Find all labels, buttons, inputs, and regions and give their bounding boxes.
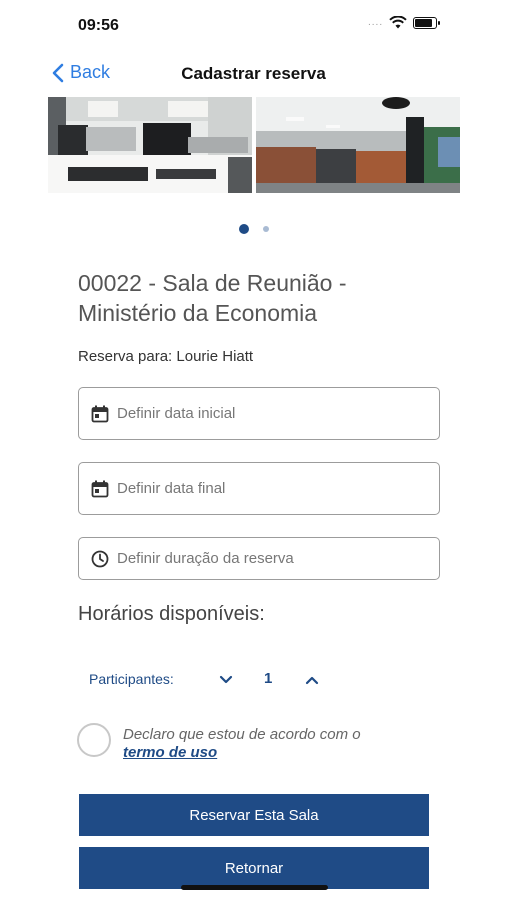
room-photo-carousel[interactable] [48,97,460,193]
clock-icon [91,550,109,567]
room-photo-2 [256,97,460,193]
reservation-for: Reserva para: Lourie Hiatt [78,348,254,365]
terms-text: Declaro que estou de acordo com o [123,726,361,743]
participants-label: Participantes: [89,671,174,687]
signal-icon: .... [368,17,384,28]
start-date-placeholder: Definir data inicial [117,405,236,422]
calendar-icon [91,480,109,497]
status-time: 09:56 [78,17,119,34]
status-icons: .... [368,16,441,29]
calendar-icon [91,405,109,422]
available-times-heading: Horários disponíveis: [78,603,265,625]
battery-icon [413,16,441,29]
room-title: 00022 - Sala de Reunião - Ministério da … [78,270,347,326]
carousel-dot[interactable] [262,226,269,232]
terms-link[interactable]: termo de uso [123,744,217,761]
participants-value: 1 [264,670,273,687]
chevron-up-icon[interactable] [305,674,319,686]
chevron-down-icon[interactable] [219,674,233,686]
return-button[interactable]: Retornar [79,847,429,889]
home-indicator [181,885,328,890]
duration-field[interactable]: Definir duração da reserva [78,537,440,580]
wifi-icon [389,16,407,29]
room-photo-1 [48,97,252,193]
carousel-page-indicator[interactable] [0,224,507,234]
carousel-dot-active[interactable] [238,224,249,234]
terms-radio[interactable] [77,723,111,757]
end-date-placeholder: Definir data final [117,480,226,497]
end-date-field[interactable]: Definir data final [78,462,440,515]
reserve-room-button[interactable]: Reservar Esta Sala [79,794,429,836]
start-date-field[interactable]: Definir data inicial [78,387,440,440]
page-title: Cadastrar reserva [181,64,326,83]
duration-placeholder: Definir duração da reserva [117,550,294,567]
